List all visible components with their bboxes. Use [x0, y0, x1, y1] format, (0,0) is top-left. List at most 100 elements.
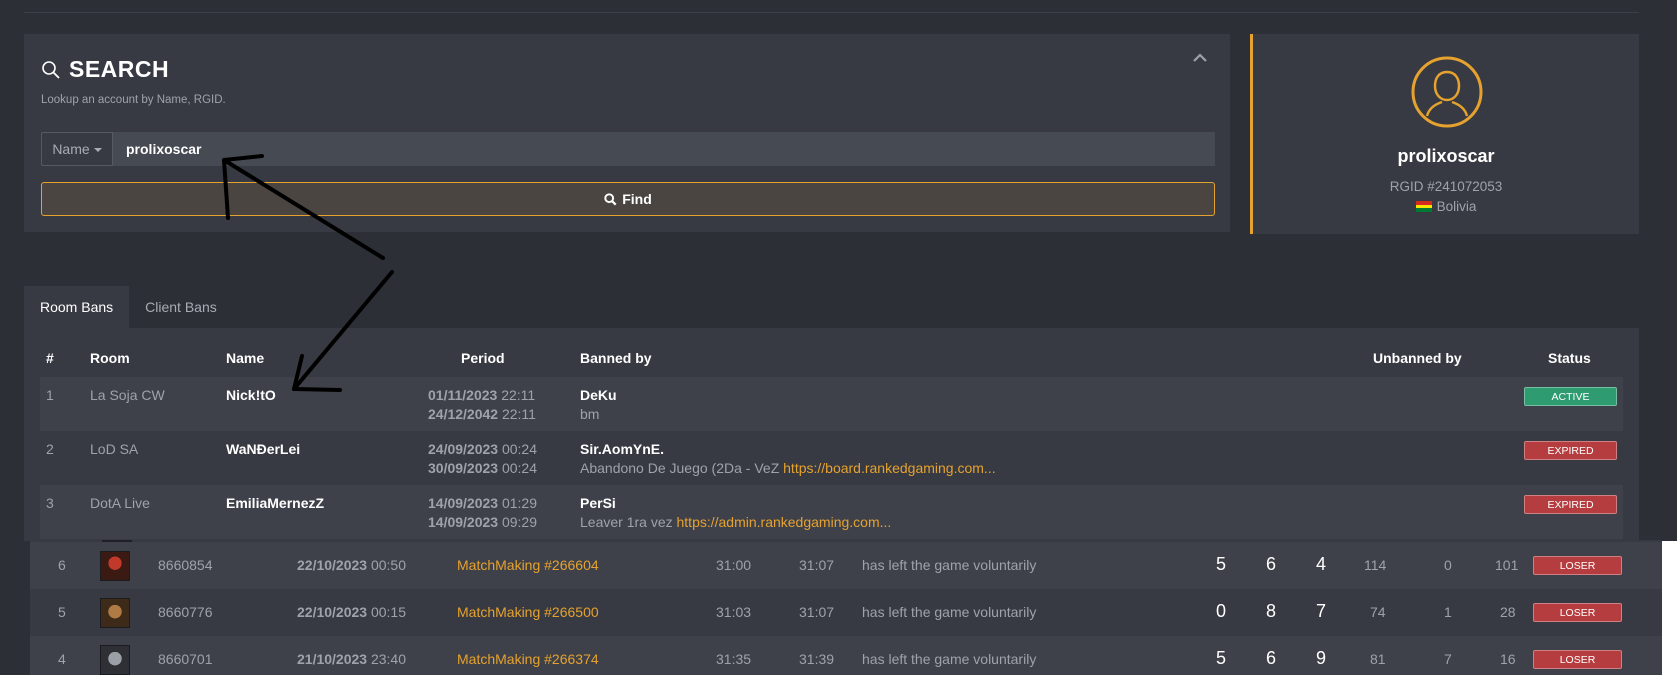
hero-grey-portrait-icon [100, 645, 130, 675]
search-title: SEARCH [69, 56, 170, 82]
search-row: Name [41, 132, 1215, 166]
match-id: 8660776 [158, 604, 213, 620]
result-badge: LOSER [1533, 603, 1622, 622]
match-kills: 5 [1216, 648, 1227, 668]
row-reason: Leaver 1ra vez https://admin.rankedgamin… [580, 514, 892, 530]
match-creeps: 74 [1370, 604, 1386, 620]
match-num: 5 [58, 604, 66, 620]
match-num: 4 [58, 651, 66, 667]
match-neutrals: 16 [1500, 651, 1516, 667]
row-period-end: 24/12/2042 22:11 [428, 406, 536, 422]
match-link[interactable]: MatchMaking #266500 [457, 604, 599, 620]
row-player-name[interactable]: EmiliaMernezZ [226, 495, 324, 511]
table-row: 3 DotA Live EmiliaMernezZ 14/09/2023 01:… [40, 485, 1623, 539]
row-num: 1 [46, 387, 54, 403]
row-player-name[interactable]: WaNĐerLei [226, 441, 300, 457]
country-label: Bolivia [1436, 199, 1477, 214]
result-badge: LOSER [1533, 556, 1622, 575]
row-banned-by[interactable]: Sir.AomYnE. [580, 441, 664, 457]
match-time-2: 31:07 [799, 604, 835, 620]
screenshot-edge [1662, 541, 1677, 675]
col-header-banned-by: Banned by [580, 350, 652, 366]
match-num: 6 [58, 557, 66, 573]
col-header-period: Period [461, 350, 505, 366]
reason-link[interactable]: https://board.rankedgaming.com... [783, 460, 995, 476]
match-link[interactable]: MatchMaking #266604 [457, 557, 599, 573]
col-header-room: Room [90, 350, 130, 366]
result-badge: LOSER [1533, 650, 1622, 669]
search-type-label: Name [52, 141, 90, 157]
match-denies: 7 [1444, 651, 1452, 667]
search-icon [42, 60, 60, 79]
row-period-end: 30/09/2023 00:24 [428, 460, 538, 476]
match-creeps: 114 [1364, 557, 1387, 573]
row-num: 3 [46, 495, 54, 511]
top-divider [24, 12, 1639, 13]
match-denies: 0 [1444, 557, 1452, 573]
match-assists: 7 [1316, 601, 1327, 621]
status-badge: EXPIRED [1524, 441, 1617, 460]
match-assists: 9 [1316, 648, 1327, 668]
row-reason: bm [580, 406, 600, 422]
match-time-1: 31:03 [716, 604, 752, 620]
status-badge: ACTIVE [1524, 387, 1617, 406]
tab-client-bans[interactable]: Client Bans [129, 286, 233, 328]
reason-link[interactable]: https://admin.rankedgaming.com... [677, 514, 892, 530]
match-neutrals: 28 [1500, 604, 1516, 620]
match-reason: has left the game voluntarily [862, 651, 1037, 667]
match-deaths: 8 [1266, 601, 1277, 621]
match-deaths: 6 [1266, 554, 1277, 574]
row-reason: Abandono De Juego (2Da - VeZ https://boa… [580, 460, 996, 476]
table-row: 1 La Soja CW Nick!tO 01/11/2023 22:11 24… [40, 377, 1623, 431]
profile-name: prolixoscar [1397, 146, 1495, 166]
row-num: 2 [46, 441, 54, 457]
profile-card: prolixoscar RGID #241072053 Bolivia [1250, 34, 1639, 234]
match-time-1: 31:00 [716, 557, 752, 573]
match-assists: 4 [1316, 554, 1327, 574]
match-reason: has left the game voluntarily [862, 557, 1037, 573]
find-button[interactable]: Find [41, 182, 1215, 216]
search-input[interactable] [113, 132, 1215, 166]
match-id: 8660854 [158, 557, 213, 573]
row-player-name[interactable]: Nick!tO [226, 387, 276, 403]
row-period-start: 24/09/2023 00:24 [428, 441, 538, 457]
bolivia-flag-icon [1415, 201, 1432, 213]
row-banned-by[interactable]: DeKu [580, 387, 617, 403]
ban-tabs: Room Bans Client Bans [24, 286, 233, 328]
match-time-2: 31:07 [799, 557, 835, 573]
user-avatar-icon [1411, 56, 1483, 128]
search-icon [604, 192, 617, 206]
chevron-up-icon[interactable] [1190, 48, 1210, 68]
search-type-dropdown[interactable]: Name [41, 132, 113, 166]
match-link[interactable]: MatchMaking #266374 [457, 651, 599, 667]
row-room: LoD SA [90, 441, 139, 457]
match-deaths: 6 [1266, 648, 1277, 668]
row-banned-by[interactable]: PerSi [580, 495, 616, 511]
col-header-status: Status [1548, 350, 1591, 366]
tab-room-bans[interactable]: Room Bans [24, 286, 130, 328]
match-row: 4 8660701 21/10/2023 23:40 MatchMaking #… [30, 636, 1662, 675]
match-datetime: 21/10/2023 23:40 [297, 651, 407, 667]
match-kills: 5 [1216, 554, 1227, 574]
hero-brown-portrait-icon [100, 598, 130, 628]
row-room: La Soja CW [90, 387, 165, 403]
match-time-2: 31:39 [799, 651, 835, 667]
caret-down-icon [93, 148, 102, 152]
status-badge: EXPIRED [1524, 495, 1617, 514]
profile-country: Bolivia [1253, 199, 1639, 214]
match-denies: 1 [1444, 604, 1452, 620]
search-heading: SEARCH [41, 56, 169, 83]
match-history-table: 6 8660854 22/10/2023 00:50 MatchMaking #… [30, 540, 1662, 675]
match-row: 6 8660854 22/10/2023 00:50 MatchMaking #… [30, 542, 1662, 589]
match-datetime: 22/10/2023 00:50 [297, 557, 407, 573]
match-reason: has left the game voluntarily [862, 604, 1037, 620]
col-header-num: # [46, 350, 54, 366]
find-label: Find [622, 191, 652, 207]
profile-rgid: RGID #241072053 [1389, 179, 1503, 194]
room-bans-table: # Room Name Period Banned by Unbanned by… [24, 328, 1639, 541]
search-panel: SEARCH Lookup an account by Name, RGID. … [24, 34, 1230, 232]
row-period-end: 14/09/2023 09:29 [428, 514, 538, 530]
match-creeps: 81 [1370, 651, 1386, 667]
match-kills: 0 [1216, 601, 1227, 621]
col-header-name: Name [226, 350, 265, 366]
